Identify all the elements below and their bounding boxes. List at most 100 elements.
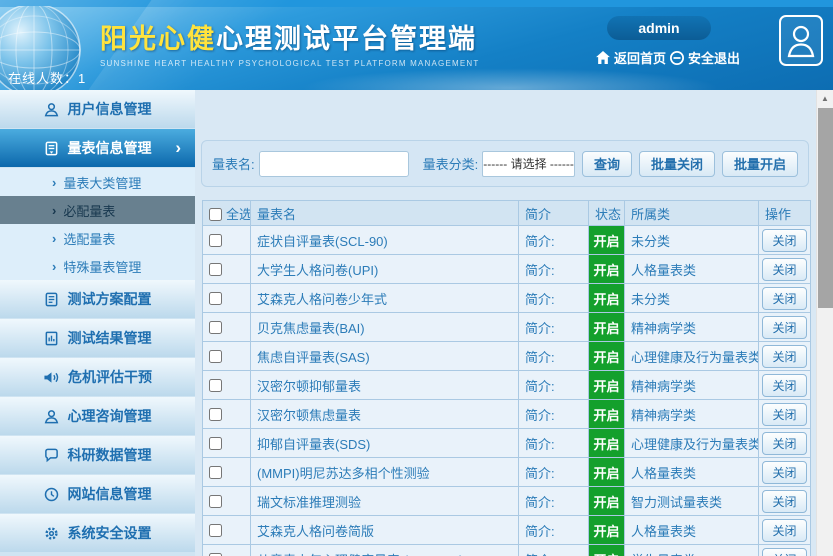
sidebar-subitem[interactable]: › 必配量表 [0,196,195,224]
sidebar-item-label: 网站信息管理 [68,484,152,504]
row-checkbox[interactable] [209,234,222,247]
category-cell: 人格量表类 [625,516,759,545]
status-badge: 开启 [589,342,625,371]
status-badge: 开启 [589,516,625,545]
sidebar-subitem-label: 必配量表 [63,201,115,220]
filter-bar: 量表名: 量表分类: ------ 请选择 ------ 查询 批量关闭 批量开… [201,140,809,187]
status-badge: 开启 [589,284,625,313]
status-badge: 开启 [589,313,625,342]
chevron-icon: › [52,203,56,218]
category-cell: 人格量表类 [625,255,759,284]
sidebar-item[interactable]: 测试结果管理 [0,319,195,357]
logout-link[interactable]: 安全退出 [670,48,740,67]
category-cell: 人格量表类 [625,458,759,487]
table-row: 焦虑自评量表(SAS)简介:开启心理健康及行为量表类关闭 [203,342,811,371]
row-checkbox[interactable] [209,553,222,556]
action-cell: 关闭 [759,458,811,487]
sidebar-item-label: 系统安全设置 [68,523,152,543]
row-checkbox[interactable] [209,408,222,421]
row-checkbox[interactable] [209,292,222,305]
sidebar-item[interactable]: 测试方案配置 [0,280,195,318]
table-row: 贝克焦虑量表(BAI)简介:开启精神病学类关闭 [203,313,811,342]
action-cell: 关闭 [759,342,811,371]
scale-category-select[interactable]: ------ 请选择 ------ [482,151,575,177]
avatar[interactable] [779,15,823,66]
table-row: (MMPI)明尼苏达多相个性测验简介:开启人格量表类关闭 [203,458,811,487]
close-scale-button[interactable]: 关闭 [762,548,806,556]
row-checkbox[interactable] [209,437,222,450]
sidebar-item[interactable]: 心理咨询管理 [0,397,195,435]
batch-open-button[interactable]: 批量开启 [722,151,798,177]
row-checkbox[interactable] [209,466,222,479]
status-badge: 开启 [589,458,625,487]
scrollbar-up-arrow-icon[interactable]: ▲ [817,90,833,107]
action-cell: 关闭 [759,284,811,313]
close-scale-button[interactable]: 关闭 [762,403,806,426]
report-icon [44,331,59,346]
row-checkbox[interactable] [209,321,222,334]
sidebar-item[interactable]: 危机评估干预 [0,358,195,396]
close-scale-button[interactable]: 关闭 [762,519,806,542]
action-cell: 关闭 [759,429,811,458]
row-checkbox[interactable] [209,350,222,363]
row-checkbox[interactable] [209,263,222,276]
close-scale-button[interactable]: 关闭 [762,258,806,281]
row-checkbox[interactable] [209,495,222,508]
scrollbar-thumb[interactable] [818,108,833,308]
username-pill[interactable]: admin [607,16,711,40]
scale-name-input[interactable] [259,151,409,177]
sidebar-subitem[interactable]: ›选配量表 [0,224,195,252]
close-scale-button[interactable]: 关闭 [762,345,806,368]
category-cell: 精神病学类 [625,371,759,400]
sidebar-item[interactable]: 科研数据管理 [0,436,195,474]
scales-table: 全选量表名简介状态所属类操作 症状自评量表(SCL-90)简介:开启未分类关闭大… [202,200,811,556]
scale-name-cell: 抑郁自评量表(SDS) [251,429,519,458]
close-scale-button[interactable]: 关闭 [762,229,806,252]
sidebar-item[interactable]: 网站信息管理 [0,475,195,513]
status-badge: 开启 [589,545,625,556]
scale-name-cell: 艾森克人格问卷少年式 [251,284,519,313]
table-header-row: 全选量表名简介状态所属类操作 [203,201,811,226]
brand-subtitle: SUNSHINE HEART HEALTHY PSYCHOLOGICAL TES… [100,59,430,68]
sidebar: 用户信息管理量表信息管理››量表大类管理 › 必配量表 ›选配量表›特殊量表管理测试方… [0,90,195,556]
table-row: 儿童青少年心理健康量表 (MHS-CA)简介:开启学生量表类关闭 [203,545,811,556]
sidebar-item[interactable]: 量表信息管理› [0,129,195,167]
intro-cell: 简介: [519,458,589,487]
sidebar-subitem[interactable]: ›特殊量表管理 [0,252,195,280]
sidebar-item[interactable]: 用户信息管理 [0,90,195,128]
vertical-scrollbar[interactable]: ▲ [816,90,833,556]
return-home-link[interactable]: 返回首页 [596,48,666,67]
batch-close-button[interactable]: 批量关闭 [639,151,715,177]
row-checkbox[interactable] [209,524,222,537]
category-cell: 学生量表类 [625,545,759,556]
close-scale-button[interactable]: 关闭 [762,432,806,455]
status-badge: 开启 [589,255,625,284]
close-scale-button[interactable]: 关闭 [762,316,806,339]
sidebar-item[interactable]: 系统安全设置 [0,514,195,552]
close-scale-button[interactable]: 关闭 [762,287,806,310]
column-header: 简介 [519,201,589,226]
table-row: 汉密尔顿焦虑量表简介:开启精神病学类关闭 [203,400,811,429]
table-row: 艾森克人格问卷少年式简介:开启未分类关闭 [203,284,811,313]
close-scale-button[interactable]: 关闭 [762,374,806,397]
action-cell: 关闭 [759,516,811,545]
scale-name-cell: 儿童青少年心理健康量表 (MHS-CA) [251,545,519,556]
column-header: 量表名 [251,201,519,226]
row-checkbox[interactable] [209,379,222,392]
intro-cell: 简介: [519,545,589,556]
intro-cell: 简介: [519,313,589,342]
logout-label: 安全退出 [688,48,740,67]
close-scale-button[interactable]: 关闭 [762,490,806,513]
close-scale-button[interactable]: 关闭 [762,461,806,484]
scale-name-cell: 贝克焦虑量表(BAI) [251,313,519,342]
action-cell: 关闭 [759,545,811,556]
sidebar-item-label: 测试结果管理 [68,328,152,348]
scale-name-cell: 瑞文标准推理测验 [251,487,519,516]
query-button[interactable]: 查询 [582,151,632,177]
page-title: 阳光心健心理测试平台管理端 [100,17,430,56]
scale-doc-icon [44,141,59,156]
main-content: 量表名: 量表分类: ------ 请选择 ------ 查询 批量关闭 批量开… [195,90,816,556]
chat-bubble-icon [44,448,59,463]
sidebar-subitem[interactable]: ›量表大类管理 [0,168,195,196]
select-all-checkbox[interactable] [209,208,222,221]
